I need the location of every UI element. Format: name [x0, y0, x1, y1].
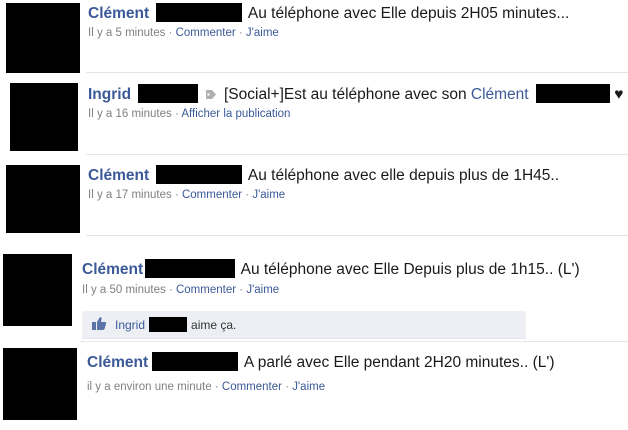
timestamp[interactable]: Il y a 16 minutes — [88, 108, 172, 120]
divider — [86, 72, 628, 73]
like-link[interactable]: J'aime — [246, 284, 279, 296]
avatar-redacted[interactable] — [3, 348, 77, 420]
separator-dot: · — [168, 284, 173, 296]
author-name[interactable]: Clément — [82, 261, 143, 278]
status-text: Au téléphone avec elle depuis plus de 1H… — [247, 167, 560, 184]
separator-dot: · — [238, 27, 243, 39]
app-tag: [Social+] — [224, 86, 284, 103]
view-post-link[interactable]: Afficher la publication — [181, 108, 290, 120]
comment-link[interactable]: Commenter — [176, 27, 236, 39]
author-name[interactable]: Ingrid — [88, 86, 131, 103]
status-text: Est au téléphone avec son — [283, 86, 467, 103]
status-text: A parlé avec Elle pendant 2H20 minutes..… — [243, 354, 555, 371]
timestamp[interactable]: il y a environ une minute — [87, 381, 212, 393]
redacted-name — [149, 317, 188, 332]
avatar-redacted[interactable] — [10, 83, 78, 151]
divider — [80, 341, 628, 342]
avatar-redacted[interactable] — [3, 254, 72, 326]
liker-name[interactable]: Ingrid — [115, 318, 145, 332]
redacted-name — [535, 84, 610, 103]
redacted-name — [156, 165, 243, 184]
timestamp[interactable]: Il y a 50 minutes — [82, 284, 166, 296]
avatar-redacted[interactable] — [6, 3, 80, 73]
thumbs-up-icon — [92, 317, 107, 330]
timestamp[interactable]: Il y a 17 minutes — [88, 189, 172, 201]
separator-dot: · — [239, 284, 244, 296]
redacted-name — [152, 352, 239, 371]
redacted-name — [145, 259, 236, 278]
like-link[interactable]: J'aime — [292, 381, 325, 393]
separator-dot: · — [214, 381, 219, 393]
avatar-redacted[interactable] — [6, 165, 80, 233]
likes-box: Ingrid aime ça. — [82, 311, 526, 339]
comment-link[interactable]: Commenter — [182, 189, 242, 201]
like-link[interactable]: J'aime — [252, 189, 285, 201]
redacted-name — [156, 3, 243, 22]
timestamp[interactable]: Il y a 5 minutes — [88, 27, 165, 39]
author-name[interactable]: Clément — [87, 354, 148, 371]
comment-link[interactable]: Commenter — [222, 381, 282, 393]
comment-link[interactable]: Commenter — [176, 284, 236, 296]
mention-link[interactable]: Clément — [471, 86, 529, 103]
status-text: Au téléphone avec Elle depuis 2H05 minut… — [247, 5, 570, 22]
divider — [86, 154, 628, 155]
separator-dot: · — [285, 381, 290, 393]
author-name[interactable]: Clément — [88, 167, 149, 184]
like-link[interactable]: J'aime — [246, 27, 279, 39]
divider — [86, 235, 628, 236]
separator-dot: · — [174, 189, 179, 201]
redacted-name — [138, 84, 199, 103]
tag-icon — [205, 90, 216, 99]
likes-summary: Ingrid aime ça. — [115, 317, 236, 332]
author-name[interactable]: Clément — [88, 5, 149, 22]
likes-label: aime ça. — [191, 318, 237, 332]
separator-dot: · — [174, 108, 179, 120]
heart-symbol: ♥ — [614, 86, 624, 103]
separator-dot: · — [245, 189, 250, 201]
separator-dot: · — [168, 27, 173, 39]
status-text: Au téléphone avec Elle Depuis plus de 1h… — [240, 261, 580, 278]
